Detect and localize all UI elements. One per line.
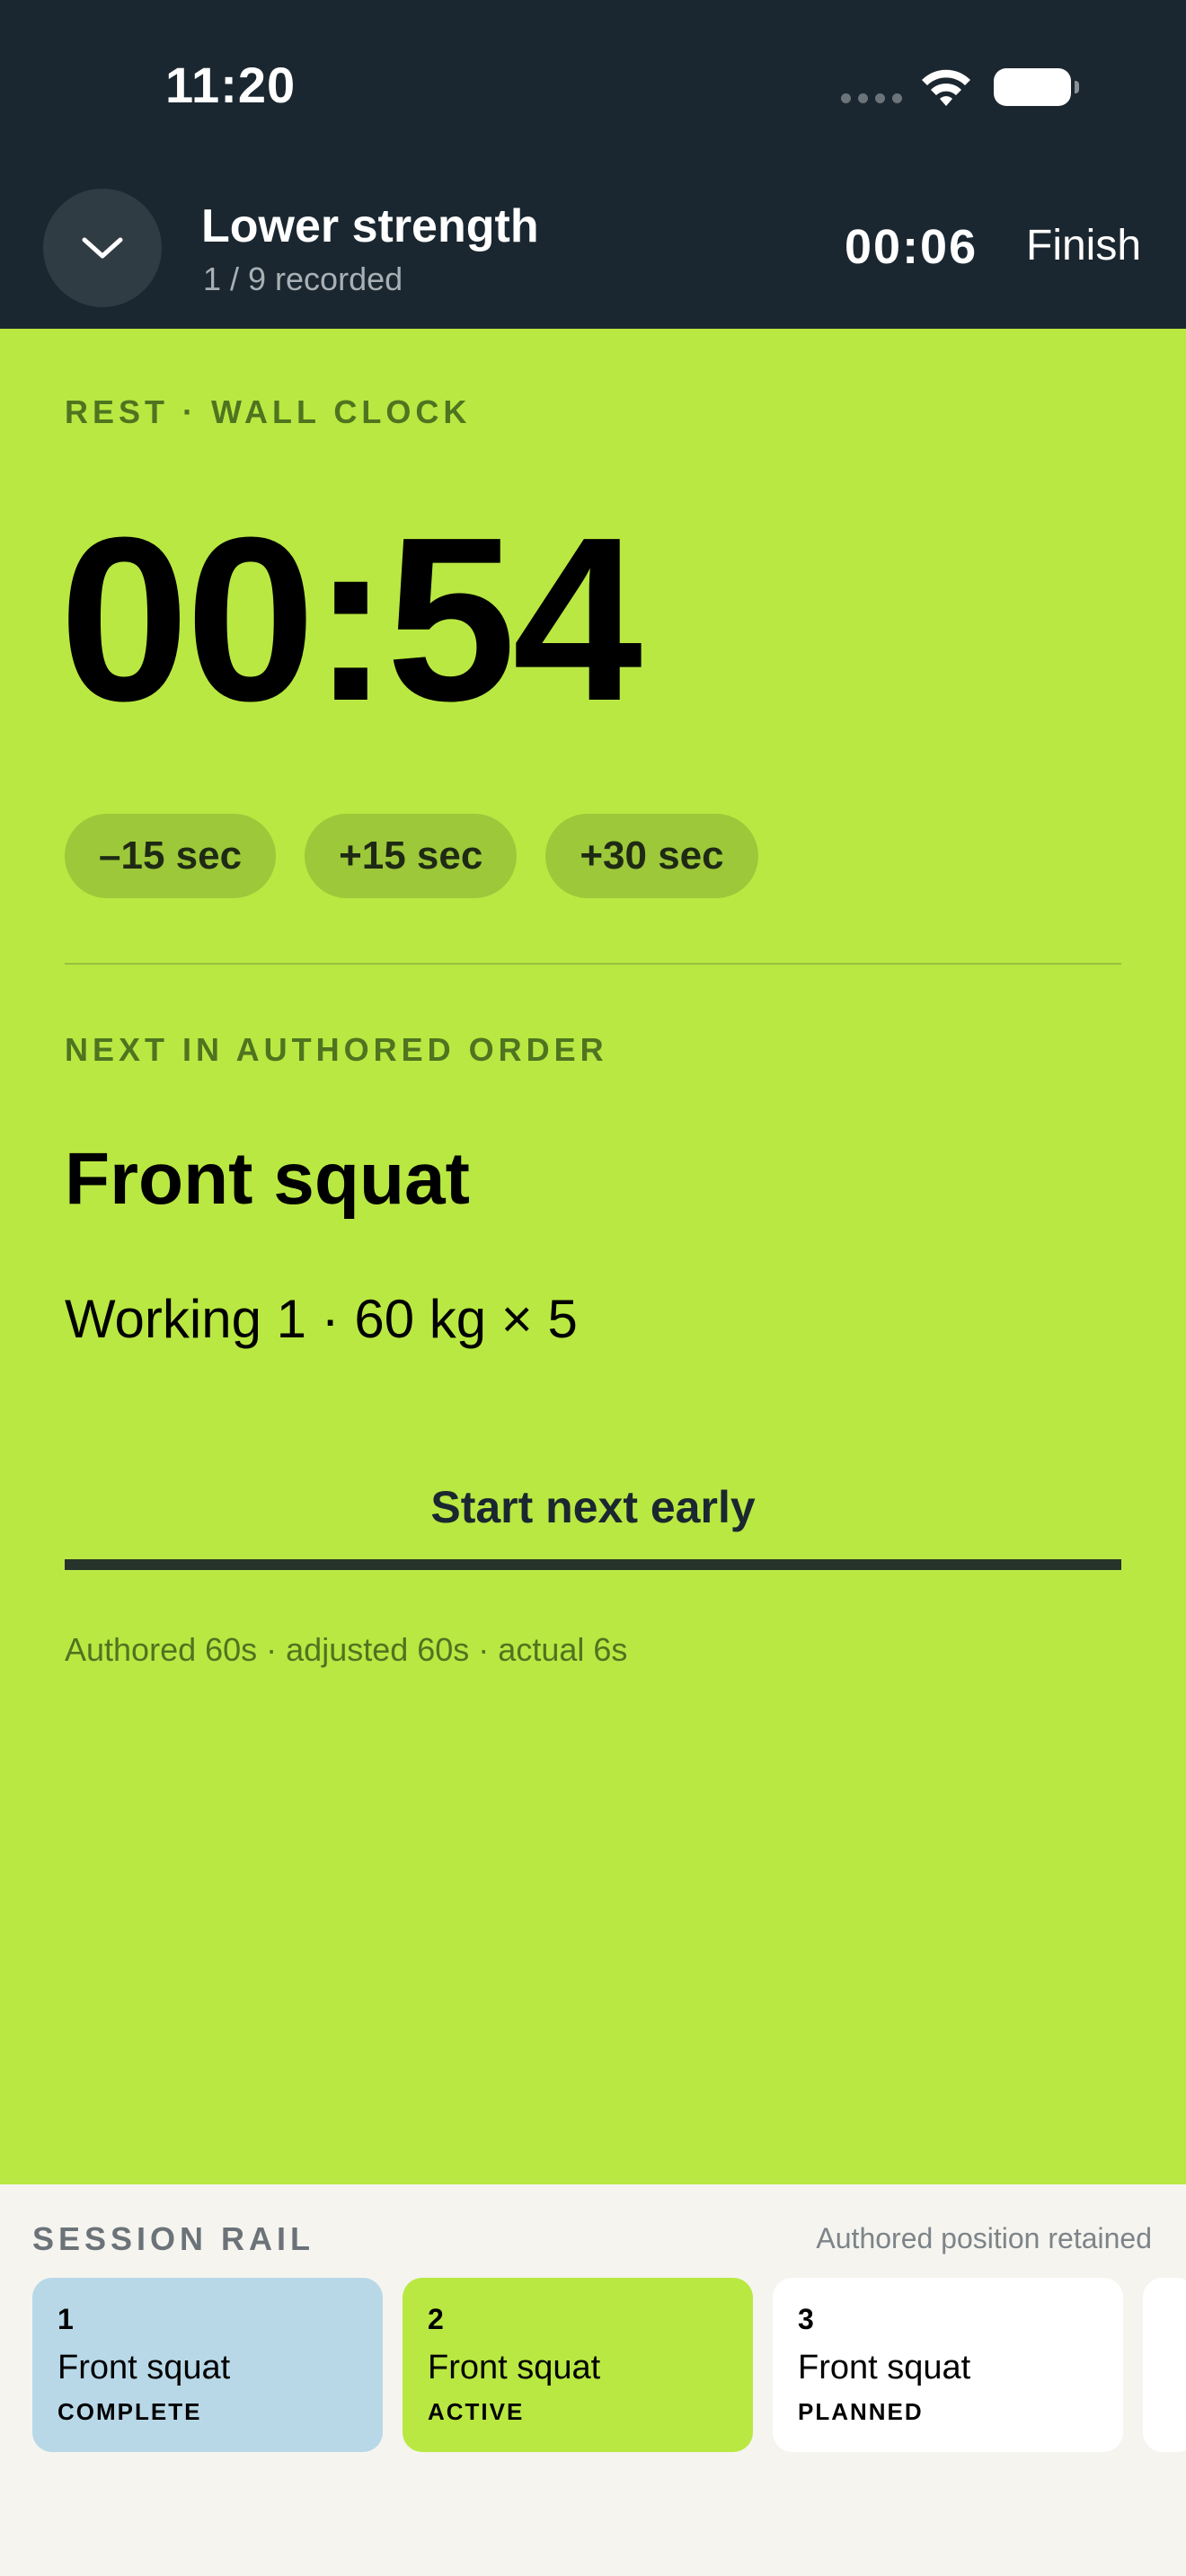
status-bar-time: 11:20 <box>165 57 296 113</box>
rest-adjust-buttons: –15 sec +15 sec +30 sec <box>65 814 758 898</box>
rail-card-exercise: Front squat <box>798 2349 971 2386</box>
elapsed-timer: 00:06 <box>845 220 978 274</box>
wifi-icon <box>922 69 970 106</box>
workout-title: Lower strength <box>201 200 539 252</box>
next-exercise-name: Front squat <box>65 1138 470 1220</box>
rail-card-complete[interactable]: 1 Front squat COMPLETE <box>32 2278 383 2452</box>
session-rail-note: Authored position retained <box>816 2222 1152 2254</box>
plus-30-sec-button[interactable]: +30 sec <box>545 814 758 898</box>
divider <box>65 963 1121 965</box>
workout-header: 11:20 Lower strength 1 / 9 recorded 00:0… <box>0 0 1186 329</box>
rail-card-number: 1 <box>58 2303 74 2335</box>
rail-card-planned[interactable]: 3 Front squat PLANNED <box>773 2278 1123 2452</box>
rail-card-next-peek[interactable] <box>1143 2278 1186 2452</box>
rail-card-number: 3 <box>798 2303 814 2335</box>
rest-label: REST · WALL CLOCK <box>65 393 472 430</box>
chevron-down-icon <box>82 237 123 259</box>
rail-card-exercise: Front squat <box>58 2349 231 2386</box>
rest-timing-note: Authored 60s · adjusted 60s · actual 6s <box>65 1631 628 1668</box>
rail-card-status: COMPLETE <box>58 2398 202 2425</box>
minus-15-sec-button[interactable]: –15 sec <box>65 814 277 898</box>
rest-countdown: 00:54 <box>59 490 642 750</box>
plus-15-sec-button[interactable]: +15 sec <box>305 814 518 898</box>
battery-icon <box>994 68 1079 106</box>
rail-card-status: PLANNED <box>798 2398 924 2425</box>
rail-card-active[interactable]: 2 Front squat ACTIVE <box>403 2278 753 2452</box>
session-rail-title: SESSION RAIL <box>32 2220 315 2257</box>
rail-card-status: ACTIVE <box>428 2398 525 2425</box>
next-label: NEXT IN AUTHORED ORDER <box>65 1031 608 1068</box>
start-next-early-button[interactable]: Start next early <box>65 1455 1121 1570</box>
session-rail-cards[interactable]: 1 Front squat COMPLETE 2 Front squat ACT… <box>32 2278 1186 2452</box>
signal-icon <box>841 93 902 103</box>
recorded-count: 1 / 9 recorded <box>203 260 403 297</box>
rail-card-number: 2 <box>428 2303 444 2335</box>
collapse-button[interactable] <box>43 189 162 307</box>
finish-button[interactable]: Finish <box>1026 221 1141 270</box>
session-rail: SESSION RAIL Authored position retained … <box>0 2184 1186 2576</box>
rail-card-exercise: Front squat <box>428 2349 601 2386</box>
next-set-detail: Working 1 · 60 kg × 5 <box>65 1289 578 1349</box>
